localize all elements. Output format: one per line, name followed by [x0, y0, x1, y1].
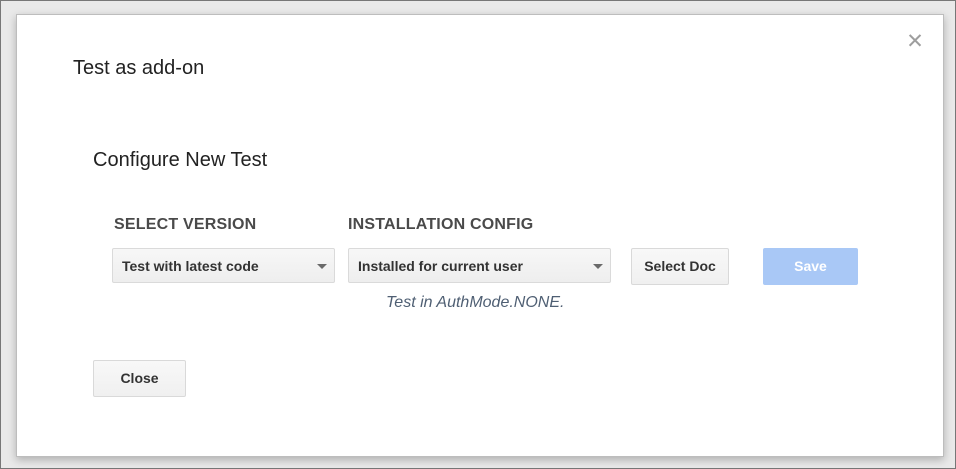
configure-heading: Configure New Test [93, 149, 268, 171]
version-select[interactable]: Test with latest code [112, 248, 335, 283]
installation-config-label: INSTALLATION CONFIG [348, 216, 534, 233]
installation-config-select[interactable]: Installed for current user [348, 248, 611, 283]
installation-select-value: Installed for current user [358, 258, 523, 274]
window-frame: ✕ Test as add-on Configure New Test SELE… [0, 0, 956, 469]
chevron-down-icon [593, 264, 603, 269]
save-button[interactable]: Save [763, 248, 858, 285]
dialog-title: Test as add-on [73, 57, 205, 79]
chevron-down-icon [317, 264, 327, 269]
select-doc-button[interactable]: Select Doc [631, 248, 729, 285]
test-as-addon-dialog: ✕ Test as add-on Configure New Test SELE… [16, 14, 944, 457]
auth-mode-hint: Test in AuthMode.NONE. [386, 294, 565, 311]
close-button[interactable]: Close [93, 360, 186, 397]
close-icon[interactable]: ✕ [905, 31, 925, 52]
version-select-value: Test with latest code [122, 258, 259, 274]
select-version-label: SELECT VERSION [114, 216, 257, 233]
